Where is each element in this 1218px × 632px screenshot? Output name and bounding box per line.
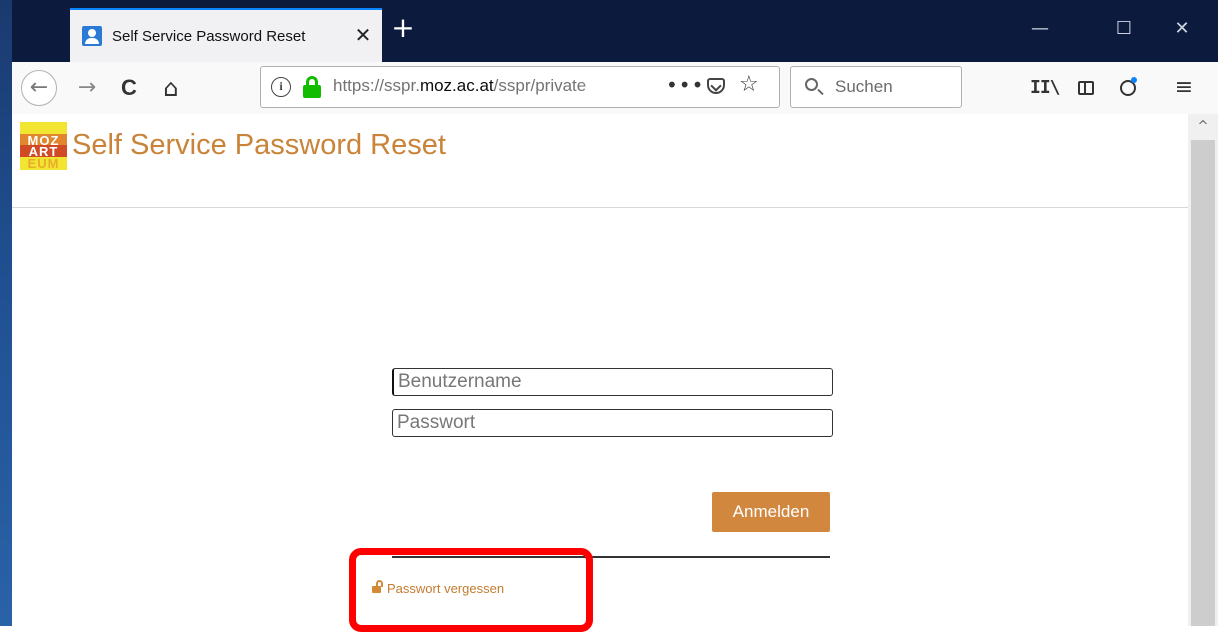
lock-icon[interactable] [303, 76, 321, 98]
search-bar[interactable]: Suchen [790, 66, 962, 108]
minimize-button[interactable]: — [1020, 14, 1060, 44]
vertical-scrollbar[interactable]: ^ [1188, 114, 1218, 626]
login-button[interactable]: Anmelden [712, 492, 830, 532]
browser-window: Self Service Password Reset ✕ + — ☐ ✕ ← … [12, 0, 1218, 626]
forgot-password-link[interactable]: Passwort vergessen [372, 580, 505, 596]
sidebar-icon[interactable] [1072, 74, 1100, 102]
page-content: MOZ ART EUM Self Service Password Reset … [12, 114, 1188, 626]
reload-button[interactable]: C [114, 73, 144, 103]
bookmark-star-icon[interactable]: ☆ [739, 72, 759, 97]
site-header: MOZ ART EUM Self Service Password Reset [12, 114, 1188, 208]
close-tab-icon[interactable]: ✕ [352, 24, 374, 46]
back-button[interactable]: ← [21, 70, 57, 106]
search-placeholder: Suchen [835, 77, 893, 96]
desktop-background [0, 0, 12, 626]
forgot-password-label: Passwort vergessen [387, 581, 505, 596]
navigation-toolbar: ← → C ⌂ i https://sspr.moz.ac.at/sspr/pr… [12, 62, 1218, 115]
close-window-button[interactable]: ✕ [1162, 14, 1202, 44]
search-icon [805, 78, 818, 91]
user-favicon-icon [82, 26, 102, 46]
account-icon[interactable] [1114, 74, 1142, 102]
home-button[interactable]: ⌂ [156, 73, 186, 103]
page-title: Self Service Password Reset [72, 129, 446, 161]
info-icon[interactable]: i [271, 77, 291, 97]
scroll-up-icon[interactable]: ^ [1194, 118, 1212, 136]
maximize-button[interactable]: ☐ [1104, 14, 1144, 44]
url-text[interactable]: https://sspr.moz.ac.at/sspr/private [333, 76, 623, 96]
scroll-thumb[interactable] [1191, 140, 1215, 626]
menu-icon[interactable]: ≡ [1170, 74, 1198, 102]
page-actions-icon[interactable]: ••• [666, 73, 704, 97]
new-tab-button[interactable]: + [388, 14, 418, 44]
mozarteum-logo[interactable]: MOZ ART EUM [20, 122, 67, 170]
forward-button[interactable]: → [72, 73, 102, 103]
library-icon[interactable]: II\ [1030, 74, 1061, 102]
unlock-icon [372, 580, 383, 594]
tab-title: Self Service Password Reset [112, 27, 306, 45]
title-bar: Self Service Password Reset ✕ + — ☐ ✕ [12, 0, 1218, 62]
tab-self-service-password-reset[interactable]: Self Service Password Reset ✕ [70, 8, 382, 62]
divider [392, 556, 830, 558]
password-input[interactable] [392, 409, 833, 437]
username-input[interactable] [392, 368, 833, 396]
url-bar[interactable]: i https://sspr.moz.ac.at/sspr/private ••… [260, 66, 780, 108]
pocket-icon[interactable] [707, 78, 725, 94]
